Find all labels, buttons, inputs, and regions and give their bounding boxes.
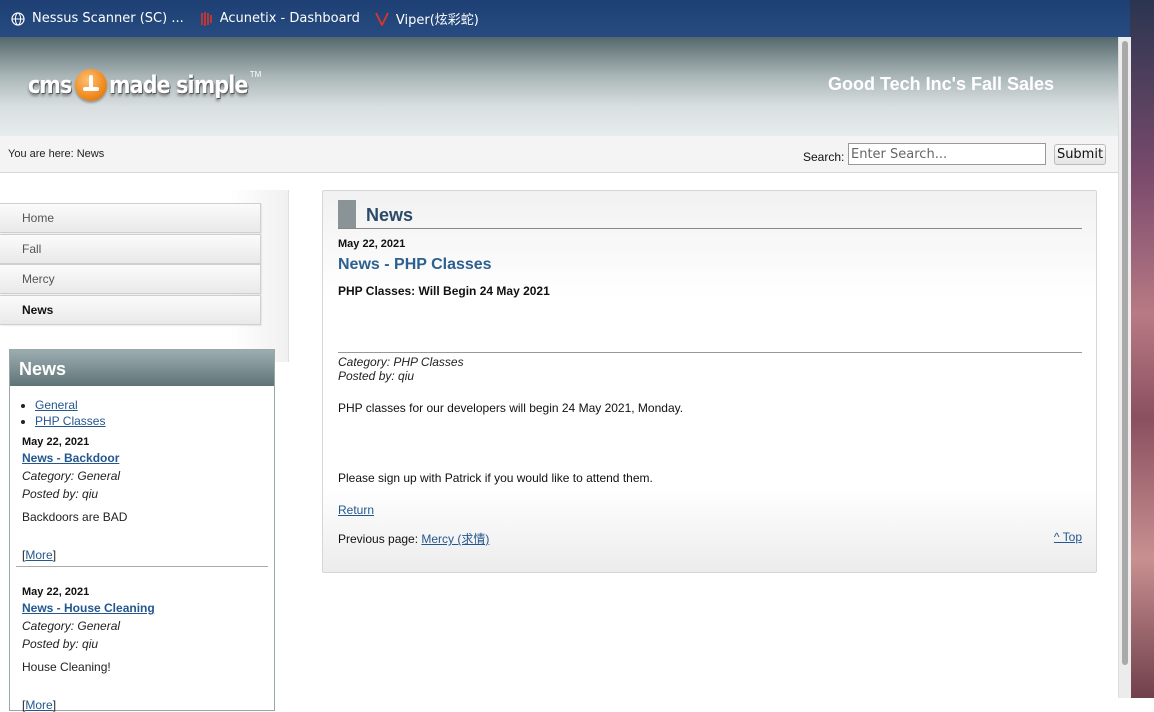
news-item-summary: House Cleaning! [22,660,111,674]
article-body-paragraph: PHP classes for our developers will begi… [338,401,684,415]
logo-trademark: TM [249,69,262,79]
search-label: Search: [803,150,845,164]
logo-island-icon [74,69,107,101]
nav-item-label: Fall [22,242,42,256]
nav-item-home[interactable]: Home [0,203,261,233]
news-item-title-link[interactable]: News - House Cleaning [22,601,268,615]
category-item: PHP Classes [35,413,105,429]
news-summary-item: May 22, 2021 News - House Cleaning Categ… [22,586,268,712]
previous-page-link[interactable]: Mercy (求情) [421,532,489,546]
page-title: News [366,205,414,225]
news-item-title-link[interactable]: News - Backdoor [22,451,268,465]
news-sidebar-header: News [10,350,274,386]
previous-page: Previous page: Mercy (求情) [338,530,489,547]
article-divider [338,352,1082,353]
news-item-category: Category: General [22,469,121,483]
category-link-general[interactable]: General [35,398,78,412]
article-date: May 22, 2021 [338,238,406,250]
title-divider [338,228,1082,229]
bookmark-label: Acunetix - Dashboard [219,11,360,26]
category-link-php-classes[interactable]: PHP Classes [35,414,105,428]
article-posted-by: Posted by: qiu [338,369,415,383]
previous-page-label: Previous page: [338,532,422,546]
bookmark-label: Nessus Scanner (SC) ... [32,11,184,26]
breadcrumb-bar: You are here: News Search: Submit [0,136,1118,173]
page-scrollbar[interactable] [1118,37,1131,698]
news-item-posted-by: Posted by: qiu [22,487,99,501]
news-sidebar: News General PHP Classes May 22, 2021 Ne… [9,349,275,712]
news-item-date: May 22, 2021 [22,586,90,598]
news-item-summary: Backdoors are BAD [22,510,128,524]
globe-icon [10,11,26,27]
bookmark-viper[interactable]: Viper(炫彩蛇) [374,9,479,28]
logo-text-cms: cms [28,71,72,99]
back-to-top-link[interactable]: ^ Top [1054,530,1082,544]
nav-item-label: Home [22,211,55,225]
logo-text-made-simple: made simple [108,71,249,99]
news-sidebar-title: News [19,359,67,379]
nav-item-fall[interactable]: Fall [0,234,261,264]
news-category-list: General PHP Classes [18,397,105,429]
heading-accent-bar [338,200,356,228]
news-item-posted-by: Posted by: qiu [22,637,99,651]
article-summary: PHP Classes: Will Begin 24 May 2021 [338,284,550,298]
news-item-category: Category: General [22,619,121,633]
article-title: News - PHP Classes [338,256,492,273]
scrollbar-thumb[interactable] [1122,41,1128,665]
bookmark-acunetix[interactable]: Acunetix - Dashboard [198,11,360,27]
article-category: Category: PHP Classes [338,355,464,369]
news-summary-item: May 22, 2021 News - Backdoor Category: G… [22,436,268,562]
bookmark-label: Viper(炫彩蛇) [395,13,479,28]
news-item-divider [16,566,268,567]
main-content: News May 22, 2021 News - PHP Classes PHP… [322,190,1097,573]
bookmarks-bar: Nessus Scanner (SC) ... Acunetix - Dashb… [0,0,1130,37]
news-item-more: [More] [22,698,57,712]
return-link[interactable]: Return [338,503,374,517]
main-navigation: Home Fall Mercy News [0,190,289,362]
news-item-date: May 22, 2021 [22,436,90,448]
more-link[interactable]: More [25,548,52,562]
nav-item-mercy[interactable]: Mercy [0,264,261,294]
news-item-more: [More] [22,548,57,562]
nav-item-label: News [22,303,54,317]
breadcrumb: You are here: News [8,148,105,160]
site-title: Good Tech Inc's Fall Sales [828,74,1055,94]
search-input[interactable] [848,143,1046,165]
search-submit-button[interactable]: Submit [1054,144,1106,165]
desktop-wallpaper [1130,0,1154,698]
bookmark-nessus[interactable]: Nessus Scanner (SC) ... [10,11,184,27]
nav-item-label: Mercy [22,272,55,286]
category-item: General [35,397,105,413]
article-body-paragraph: Please sign up with Patrick if you would… [338,471,653,485]
nav-item-news[interactable]: News [0,295,261,325]
site-header: cms made simple TM Good Tech Inc's Fall … [0,37,1118,136]
acunetix-icon [198,11,214,27]
viper-icon [374,11,390,27]
cms-made-simple-logo[interactable]: cms made simple TM [28,69,261,101]
more-link[interactable]: More [25,698,52,712]
